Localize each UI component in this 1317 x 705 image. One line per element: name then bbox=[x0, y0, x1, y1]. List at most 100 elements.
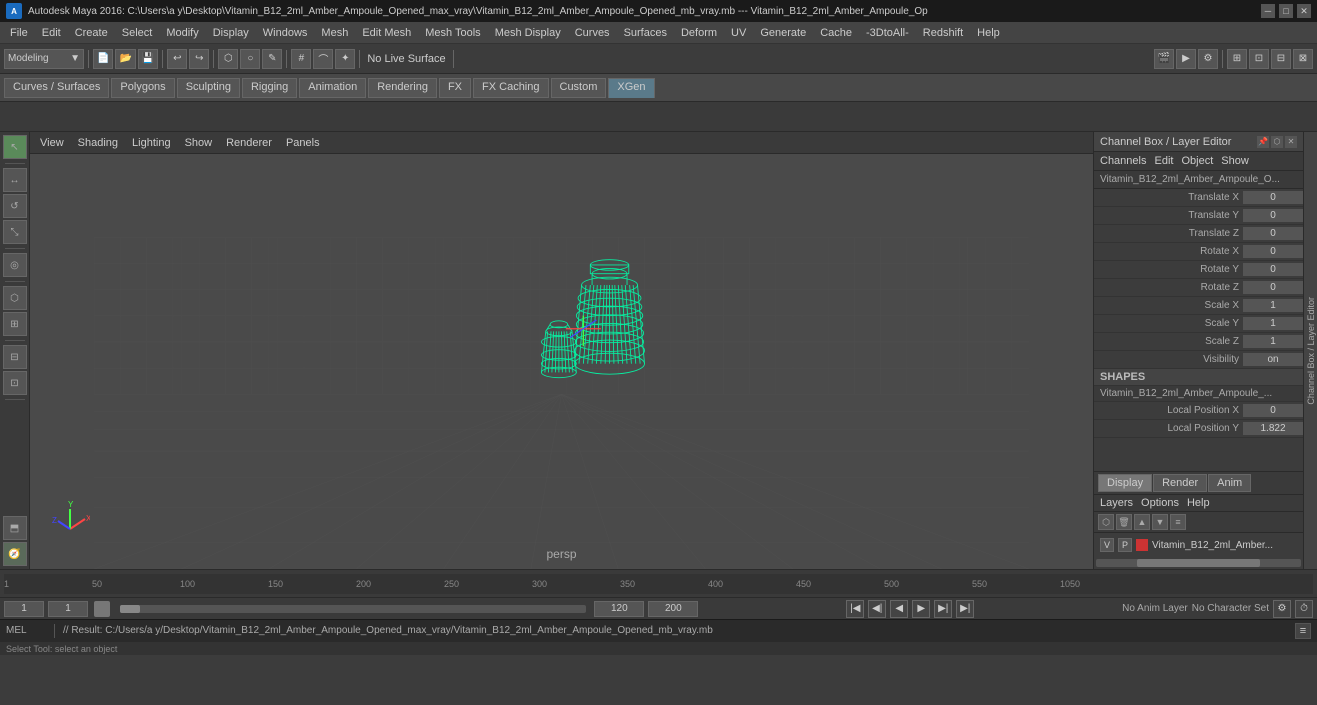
soft-mod-btn[interactable]: ⬡ bbox=[3, 286, 27, 310]
attr-value-input[interactable] bbox=[1243, 209, 1303, 222]
edit-menu-item[interactable]: Edit bbox=[1154, 155, 1173, 167]
menu-item-mesh[interactable]: Mesh bbox=[315, 25, 354, 41]
tab-polygons[interactable]: Polygons bbox=[111, 78, 174, 98]
shapes-attr-value[interactable] bbox=[1243, 404, 1303, 417]
view-btn2[interactable]: ⊡ bbox=[1249, 49, 1269, 69]
menu-item-mesh-display[interactable]: Mesh Display bbox=[489, 25, 567, 41]
menu-item-edit-mesh[interactable]: Edit Mesh bbox=[356, 25, 417, 41]
menu-item-surfaces[interactable]: Surfaces bbox=[618, 25, 673, 41]
nav-btn[interactable]: 🧭 bbox=[3, 542, 27, 566]
script-editor-btn[interactable]: ≡ bbox=[1295, 623, 1311, 639]
view-btn1[interactable]: ⊞ bbox=[1227, 49, 1247, 69]
panels-menu[interactable]: Panels bbox=[282, 135, 324, 151]
show-manip-btn[interactable]: ⊞ bbox=[3, 312, 27, 336]
tab-fx-caching[interactable]: FX Caching bbox=[473, 78, 548, 98]
tab-fx[interactable]: FX bbox=[439, 78, 471, 98]
frame-start-input[interactable] bbox=[4, 601, 44, 617]
anim-end-input[interactable] bbox=[594, 601, 644, 617]
help-menu[interactable]: Help bbox=[1187, 497, 1210, 509]
menu-item-select[interactable]: Select bbox=[116, 25, 159, 41]
open-scene-btn[interactable]: 📂 bbox=[115, 49, 135, 69]
attr-value-input[interactable] bbox=[1243, 227, 1303, 240]
layer-add-btn[interactable]: ⬡ bbox=[1098, 514, 1114, 530]
scale-tool-btn[interactable]: ⤡ bbox=[3, 220, 27, 244]
menu-item-modify[interactable]: Modify bbox=[160, 25, 204, 41]
view-btn4[interactable]: ⊠ bbox=[1293, 49, 1313, 69]
play-btn[interactable]: ▶ bbox=[912, 600, 930, 618]
anim-prefs-btn[interactable]: ⚙ bbox=[1273, 600, 1291, 618]
layer-visibility-btn[interactable]: V bbox=[1100, 538, 1114, 552]
shading-menu[interactable]: Shading bbox=[74, 135, 122, 151]
snap-point-btn[interactable]: ✦ bbox=[335, 49, 355, 69]
translate-tool-btn[interactable]: ↔ bbox=[3, 168, 27, 192]
new-scene-btn[interactable]: 📄 bbox=[93, 49, 113, 69]
layer-playback-btn[interactable]: P bbox=[1118, 538, 1132, 552]
menu-item-display[interactable]: Display bbox=[207, 25, 255, 41]
lasso-btn[interactable]: ○ bbox=[240, 49, 260, 69]
menu-item-windows[interactable]: Windows bbox=[257, 25, 314, 41]
frame-range-bar[interactable] bbox=[120, 605, 586, 613]
shapes-attr-value[interactable] bbox=[1243, 422, 1303, 435]
tab-custom[interactable]: Custom bbox=[551, 78, 607, 98]
next-btn[interactable]: ▶| bbox=[934, 600, 952, 618]
tab-rigging[interactable]: Rigging bbox=[242, 78, 297, 98]
paint-btn[interactable]: ✎ bbox=[262, 49, 282, 69]
panel-pin-btn[interactable]: 📌 bbox=[1257, 136, 1269, 148]
select-tool-btn[interactable]: ↖ bbox=[3, 135, 27, 159]
redo-btn[interactable]: ↪ bbox=[189, 49, 209, 69]
layer-down-btn[interactable]: ▼ bbox=[1152, 514, 1168, 530]
options-menu[interactable]: Options bbox=[1141, 497, 1179, 509]
viewport-canvas[interactable]: persp X Y Z bbox=[30, 154, 1093, 569]
select-btn[interactable]: ⬡ bbox=[218, 49, 238, 69]
view-menu[interactable]: View bbox=[36, 135, 68, 151]
panel-close-btn[interactable]: ✕ bbox=[1285, 136, 1297, 148]
prev-btn[interactable]: ◀ bbox=[890, 600, 908, 618]
attr-value-input[interactable] bbox=[1243, 281, 1303, 294]
lighting-menu[interactable]: Lighting bbox=[128, 135, 175, 151]
snap-grid-btn[interactable]: # bbox=[291, 49, 311, 69]
grid-btn[interactable]: ⊟ bbox=[3, 345, 27, 369]
layer-color-swatch[interactable] bbox=[1136, 539, 1148, 551]
workspace-dropdown[interactable]: Modeling▼ bbox=[4, 49, 84, 69]
maximize-button[interactable]: □ bbox=[1279, 4, 1293, 18]
menu-item-file[interactable]: File bbox=[4, 25, 34, 41]
layer-scrollbar[interactable] bbox=[1096, 559, 1301, 567]
menu-item-redshift[interactable]: Redshift bbox=[917, 25, 969, 41]
tab-curves---surfaces[interactable]: Curves / Surfaces bbox=[4, 78, 109, 98]
attr-value-input[interactable] bbox=[1243, 299, 1303, 312]
menu-item-deform[interactable]: Deform bbox=[675, 25, 723, 41]
tab-animation[interactable]: Animation bbox=[299, 78, 366, 98]
attr-value-input[interactable] bbox=[1243, 335, 1303, 348]
attr-value-input[interactable] bbox=[1243, 191, 1303, 204]
tab-sculpting[interactable]: Sculpting bbox=[177, 78, 240, 98]
layer-delete-btn[interactable]: 🗑 bbox=[1116, 514, 1132, 530]
ipr-btn[interactable]: ▶ bbox=[1176, 49, 1196, 69]
tab-rendering[interactable]: Rendering bbox=[368, 78, 437, 98]
group-btn[interactable]: ⬒ bbox=[3, 516, 27, 540]
attr-value-input[interactable] bbox=[1243, 245, 1303, 258]
snap-curve-btn[interactable]: ⌒ bbox=[313, 49, 333, 69]
object-menu-item[interactable]: Object bbox=[1181, 155, 1213, 167]
show-menu[interactable]: Show bbox=[181, 135, 217, 151]
layers-menu[interactable]: Layers bbox=[1100, 497, 1133, 509]
render-tab[interactable]: Render bbox=[1153, 474, 1207, 492]
menu-item-edit[interactable]: Edit bbox=[36, 25, 67, 41]
channels-menu-item[interactable]: Channels bbox=[1100, 155, 1146, 167]
undo-btn[interactable]: ↩ bbox=[167, 49, 187, 69]
save-scene-btn[interactable]: 💾 bbox=[138, 49, 158, 69]
attribute-editor-tab[interactable]: Channel Box / Layer Editor bbox=[1303, 132, 1317, 569]
renderer-menu[interactable]: Renderer bbox=[222, 135, 276, 151]
menu-item-generate[interactable]: Generate bbox=[754, 25, 812, 41]
close-button[interactable]: ✕ bbox=[1297, 4, 1311, 18]
frame-current-input[interactable] bbox=[48, 601, 88, 617]
anim-tab[interactable]: Anim bbox=[1208, 474, 1251, 492]
menu-item-mesh-tools[interactable]: Mesh Tools bbox=[419, 25, 486, 41]
tab-xgen[interactable]: XGen bbox=[608, 78, 654, 98]
layer-up-btn[interactable]: ▲ bbox=[1134, 514, 1150, 530]
menu-item-uv[interactable]: UV bbox=[725, 25, 752, 41]
panel-float-btn[interactable]: ⬡ bbox=[1271, 136, 1283, 148]
universal-manip-btn[interactable]: ◎ bbox=[3, 253, 27, 277]
render-settings-btn[interactable]: ⚙ bbox=[1198, 49, 1218, 69]
rotate-tool-btn[interactable]: ↺ bbox=[3, 194, 27, 218]
show-menu-item[interactable]: Show bbox=[1221, 155, 1249, 167]
